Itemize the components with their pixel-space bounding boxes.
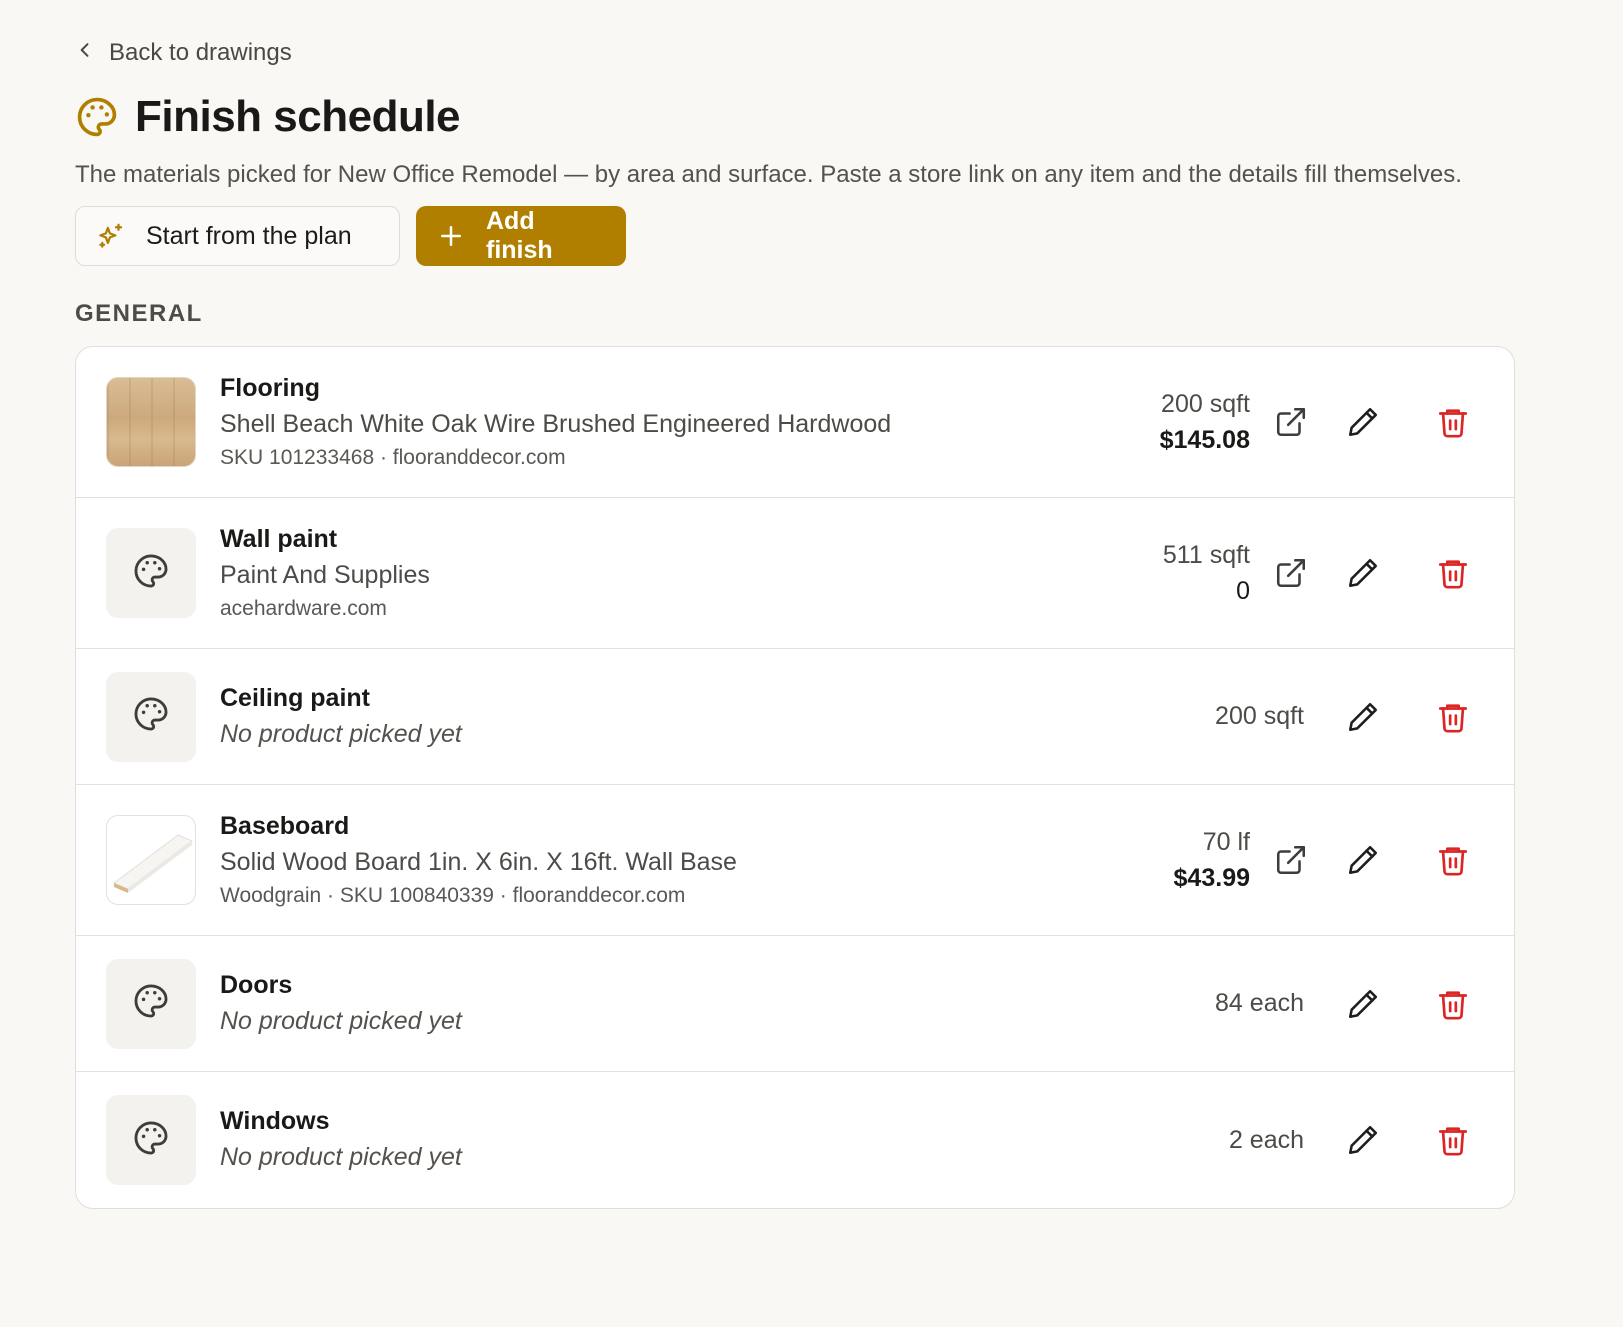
finish-name: Windows (220, 1107, 330, 1135)
plus-icon (436, 221, 466, 251)
trash-icon[interactable] (1436, 556, 1470, 590)
finish-row-doors[interactable]: Doors No product picked yet 84 each (76, 936, 1514, 1072)
trash-icon[interactable] (1436, 987, 1470, 1021)
pencil-icon[interactable] (1346, 700, 1380, 734)
pencil-icon[interactable] (1346, 1123, 1380, 1157)
trash-icon[interactable] (1436, 1123, 1470, 1157)
finish-list: Flooring Shell Beach White Oak Wire Brus… (75, 346, 1515, 1209)
finish-quantity-price: 70 lf $43.99 (1174, 824, 1250, 896)
finish-quantity-price: 511 sqft 0 (1163, 537, 1250, 609)
finish-meta: acehardware.com (220, 597, 387, 620)
finish-info: Baseboard Solid Wood Board 1in. X 6in. X… (220, 809, 737, 911)
finish-meta: SKU 101233468 · flooranddecor.com (220, 446, 566, 469)
add-finish-button[interactable]: Add finish (416, 206, 626, 266)
finish-product: Shell Beach White Oak Wire Brushed Engin… (220, 410, 892, 438)
back-to-drawings-link[interactable]: Back to drawings (75, 36, 292, 70)
finish-quantity: 84 each (1215, 989, 1304, 1017)
palette-icon (132, 552, 170, 595)
finish-quantity: 511 sqft (1162, 541, 1250, 569)
finish-info: Doors No product picked yet (220, 968, 462, 1040)
external-link-icon[interactable] (1274, 843, 1308, 877)
finish-quantity: 200 sqft (1161, 390, 1250, 418)
finish-row-wall-paint[interactable]: Wall paint Paint And Supplies acehardwar… (76, 498, 1514, 649)
sparkles-icon (96, 221, 126, 251)
finish-product-empty: No product picked yet (220, 1006, 462, 1035)
palette-icon (132, 982, 170, 1025)
trash-icon[interactable] (1436, 405, 1470, 439)
palette-icon (75, 95, 119, 139)
page-title: Finish schedule (135, 92, 461, 141)
finish-row-ceiling-paint[interactable]: Ceiling paint No product picked yet 200 … (76, 649, 1514, 785)
add-finish-label: Add finish (486, 207, 553, 264)
finish-schedule-page: Back to drawings Finish schedule The mat… (75, 36, 1515, 1209)
finish-name: Flooring (220, 374, 320, 402)
trash-icon[interactable] (1436, 843, 1470, 877)
finish-name: Baseboard (220, 812, 350, 840)
finish-info: Ceiling paint No product picked yet (220, 681, 462, 753)
start-from-plan-button[interactable]: Start from the plan (75, 206, 400, 266)
palette-icon (132, 695, 170, 738)
finish-row-flooring[interactable]: Flooring Shell Beach White Oak Wire Brus… (76, 347, 1514, 498)
back-link-label: Back to drawings (109, 39, 292, 66)
external-link-icon[interactable] (1274, 556, 1308, 590)
pencil-icon[interactable] (1346, 987, 1380, 1021)
finish-info: Windows No product picked yet (220, 1104, 462, 1176)
finish-quantity: 2 each (1228, 1125, 1304, 1154)
pencil-icon[interactable] (1346, 843, 1380, 877)
pencil-icon[interactable] (1346, 405, 1380, 439)
finish-product: Solid Wood Board 1in. X 6in. X 16ft. Wal… (220, 848, 737, 876)
page-header: Finish schedule (75, 92, 1515, 142)
finish-thumbnail-placeholder (106, 671, 196, 762)
finish-quantity: 70 lf (1202, 828, 1250, 856)
action-bar: Start from the plan Add finish (75, 206, 1515, 266)
pencil-icon[interactable] (1346, 556, 1380, 590)
page-description: The materials picked for New Office Remo… (75, 161, 1462, 188)
finish-product: Paint And Supplies (220, 561, 430, 589)
finish-name: Doors (220, 970, 293, 999)
finish-price: 0 (1236, 577, 1250, 605)
finish-price: $145.08 (1159, 426, 1250, 454)
finish-thumbnail-placeholder (106, 958, 196, 1049)
chevron-left-icon (75, 39, 95, 67)
finish-thumbnail-placeholder (106, 528, 196, 618)
external-link-icon[interactable] (1274, 405, 1308, 439)
section-label-general: GENERAL (75, 300, 203, 327)
wood-flooring-image (106, 377, 196, 467)
finish-info: Flooring Shell Beach White Oak Wire Brus… (220, 371, 891, 473)
finish-product-empty: No product picked yet (220, 1143, 462, 1171)
finish-thumbnail-placeholder (106, 1095, 196, 1185)
trash-icon[interactable] (1436, 700, 1470, 734)
finish-quantity-price: 200 sqft $145.08 (1160, 386, 1250, 458)
finish-product-empty: No product picked yet (220, 719, 462, 748)
palette-icon (132, 1119, 170, 1162)
finish-meta: Woodgrain · SKU 100840339 · flooranddeco… (220, 884, 686, 907)
finish-quantity: 200 sqft (1215, 702, 1304, 730)
start-from-plan-label: Start from the plan (146, 221, 352, 250)
finish-name: Ceiling paint (220, 683, 370, 712)
finish-row-baseboard[interactable]: Baseboard Solid Wood Board 1in. X 6in. X… (76, 785, 1514, 936)
baseboard-image (106, 815, 196, 905)
finish-info: Wall paint Paint And Supplies acehardwar… (220, 522, 430, 624)
finish-name: Wall paint (220, 525, 338, 553)
finish-row-windows[interactable]: Windows No product picked yet 2 each (76, 1072, 1514, 1208)
finish-price: $43.99 (1173, 864, 1250, 892)
